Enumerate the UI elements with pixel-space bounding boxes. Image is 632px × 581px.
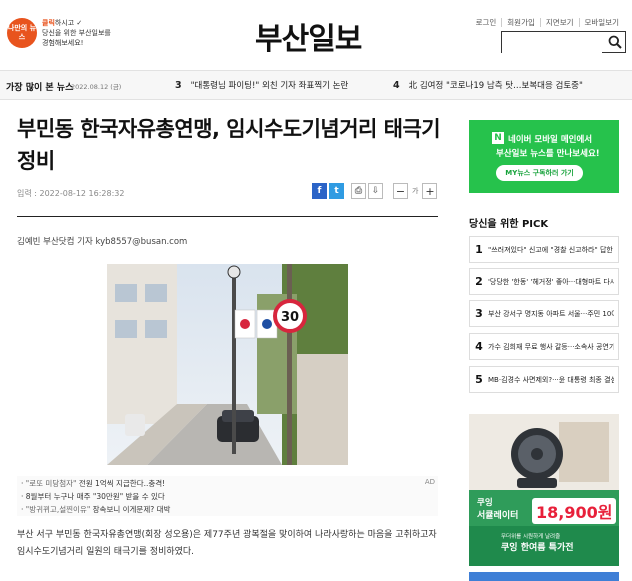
ad-price: 18,900원 xyxy=(532,498,617,524)
mobile-view-link[interactable]: 모바일보기 xyxy=(578,18,625,27)
promo-line2: 당신을 위한 부산일보를 xyxy=(42,29,111,37)
sponsored-text: 장속보니 이게문제? 대박 xyxy=(90,505,171,514)
sponsored-quote: "로또 미당첨자" xyxy=(25,479,77,488)
sponsored-link[interactable]: · "방귀뀌고,설찐이유" 장속보니 이게문제? 대박 xyxy=(21,504,170,515)
sponsored-links: AD · "로또 미당첨자" 전원 1억씩 지급한다..충격! · 8월부터 누… xyxy=(17,476,438,516)
print-icon: ⎙ xyxy=(354,186,363,196)
top-links: 로그인 회원가입 지면보기 모바일보기 xyxy=(471,18,624,27)
ad-product: 서큘레이터 xyxy=(477,511,519,521)
pick-headline: "쓰러져있다" 신고에 "경찰 신고하라" 답한 소… xyxy=(488,245,614,254)
my-news-badge[interactable]: 나만의 뉴스 xyxy=(7,18,37,48)
ad-brand: 쿠잉 xyxy=(477,498,493,508)
sponsored-quote: "방귀뀌고,설찐이유" xyxy=(25,505,91,514)
ad-tag: AD xyxy=(424,478,435,486)
article-body: 부산 서구 부민동 한국자유총연맹(회장 성오용)은 제77주년 광복절을 맞이… xyxy=(17,530,437,557)
circulator-ad-banner[interactable]: 쿠잉 서큘레이터 18,900원 무더위를 시원하게 날려줄 쿠잉 한여름 특가… xyxy=(469,414,619,566)
most-read-date: 2022.08.12 (금) xyxy=(71,83,122,91)
article-divider xyxy=(17,216,438,217)
pick-item[interactable]: 1 "쓰러져있다" 신고에 "경찰 신고하라" 답한 소… xyxy=(469,236,619,263)
font-size-label: 가 xyxy=(412,187,419,195)
most-read-headline: 北 김여정 "코로나19 남측 탓…보복대응 검토중" xyxy=(408,81,583,91)
signup-link[interactable]: 회원가입 xyxy=(501,18,540,27)
ad-subtext: 무더위를 시원하게 날려줄 xyxy=(501,534,561,540)
pick-item[interactable]: 5 MB·김경수 사면제외?···윤 대통령 최종 결심은 xyxy=(469,366,619,393)
download-icon: ⇩ xyxy=(371,186,380,196)
share-buttons: f t ⎙ ⇩ xyxy=(312,183,383,199)
search-input[interactable] xyxy=(502,35,602,55)
pick-rank: 5 xyxy=(475,373,483,386)
naver-subscribe-banner[interactable]: N 네이버 모바일 메인에서 부산일보 뉴스를 만나보세요! MY뉴스 구독하러… xyxy=(469,120,619,193)
twitter-icon: t xyxy=(334,186,339,196)
facebook-icon: f xyxy=(317,186,322,196)
pick-section-title: 당신을 위한 PICK xyxy=(469,219,549,230)
pick-rank: 2 xyxy=(475,275,483,288)
pick-rank: 3 xyxy=(475,307,483,320)
login-link[interactable]: 로그인 xyxy=(471,18,502,27)
font-decrease-button[interactable]: − xyxy=(393,183,408,199)
search-box xyxy=(501,31,626,55)
pick-headline: 가수 김희재 무료 행사 갈등···소속사 공연기획… xyxy=(488,342,614,351)
pick-rank: 1 xyxy=(475,243,483,256)
promo-click-word: 클릭 xyxy=(42,19,55,27)
pick-rank: 4 xyxy=(475,340,483,353)
article-date: 입력 : 2022-08-12 16:28:32 xyxy=(17,189,125,198)
promo-line1: 하시고 ✓ xyxy=(54,19,83,27)
twitter-share-button[interactable]: t xyxy=(329,183,344,199)
pick-item[interactable]: 4 가수 김희재 무료 행사 갈등···소속사 공연기획… xyxy=(469,333,619,360)
most-read-rank: 3 xyxy=(175,80,182,91)
most-read-item[interactable]: 3 "대통령님 파이팅!" 외친 기자 좌표찍기 논란 xyxy=(175,79,348,91)
sponsored-text: 8월부터 누구나 매주 "30만원" 받을 수 있다 xyxy=(25,492,165,501)
promo-line3: 경험해보세요! xyxy=(42,39,84,47)
pick-item[interactable]: 2 '당당한 '한동' '헤거정' 좋아···대형마트 다시'… xyxy=(469,268,619,295)
most-read-rank: 4 xyxy=(393,80,400,91)
article-byline: 김예빈 부산닷컴 기자 kyb8557@busan.com xyxy=(17,237,188,247)
sponsored-link[interactable]: · 8월부터 누구나 매주 "30만원" 받을 수 있다 xyxy=(21,491,165,502)
search-icon[interactable] xyxy=(608,35,622,49)
pick-item[interactable]: 3 부산 강서구 명지동 아파트 서울···주민 10여 명… xyxy=(469,300,619,327)
pick-headline: 부산 강서구 명지동 아파트 서울···주민 10여 명… xyxy=(488,309,614,318)
article-photo: 30 xyxy=(107,264,348,465)
pick-headline: '당당한 '한동' '헤거정' 좋아···대형마트 다시'… xyxy=(488,277,614,286)
naver-icon: N xyxy=(492,132,504,144)
download-button[interactable]: ⇩ xyxy=(368,183,383,199)
most-read-headline: "대통령님 파이팅!" 외친 기자 좌표찍기 논란 xyxy=(190,81,349,91)
site-header: 나만의 뉴스 클릭하시고 ✓ 당신을 위한 부산일보를 경험해보세요! 부산일보… xyxy=(0,0,632,68)
naver-banner-line2: 부산일보 뉴스를 만나보세요! xyxy=(496,149,600,159)
my-news-promo[interactable]: 클릭하시고 ✓ 당신을 위한 부산일보를 경험해보세요! xyxy=(42,18,132,48)
article-title: 부민동 한국자유총연맹, 임시수도기념거리 태극기 정비 xyxy=(17,117,441,173)
naver-banner-line1: 네이버 모바일 메인에서 xyxy=(508,135,593,145)
font-size-control: − 가 + xyxy=(393,183,438,199)
most-read-title: 가장 많이 본 뉴스 xyxy=(6,83,74,93)
facebook-share-button[interactable]: f xyxy=(312,183,327,199)
most-read-item[interactable]: 4 北 김여정 "코로나19 남측 탓…보복대응 검토중" xyxy=(393,79,583,91)
pick-headline: MB·김경수 사면제외?···윤 대통령 최종 결심은 xyxy=(488,375,614,384)
site-logo[interactable]: 부산일보 xyxy=(255,14,362,58)
sponsored-link[interactable]: · "로또 미당첨자" 전원 1억씩 지급한다..충격! xyxy=(21,478,165,489)
print-button[interactable]: ⎙ xyxy=(351,183,366,199)
sponsored-text: 전원 1억씩 지급한다..충격! xyxy=(76,479,166,488)
naver-subscribe-button[interactable]: MY뉴스 구독하러 가기 xyxy=(496,165,583,181)
font-increase-button[interactable]: + xyxy=(422,183,438,199)
most-read-bar: 가장 많이 본 뉴스 2022.08.12 (금) 3 "대통령님 파이팅!" 외… xyxy=(0,70,632,100)
paper-view-link[interactable]: 지면보기 xyxy=(539,18,579,27)
next-ad-strip xyxy=(469,572,619,581)
ad-cta: 쿠잉 한여름 특가전 xyxy=(501,543,574,553)
svg-text:30: 30 xyxy=(281,310,299,325)
